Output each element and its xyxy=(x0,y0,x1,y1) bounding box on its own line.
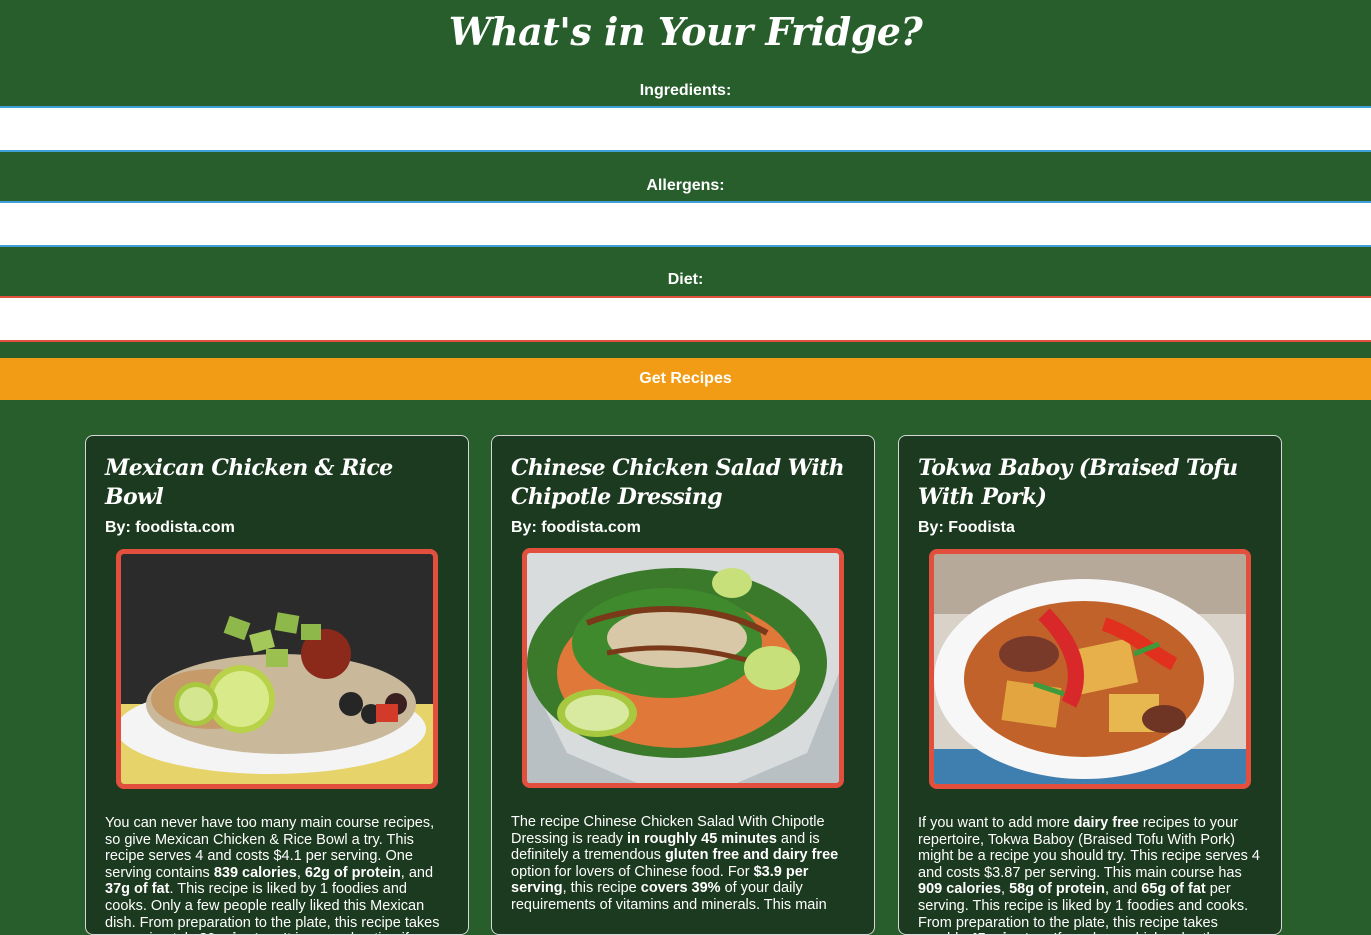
summary-highlight: covers 39% xyxy=(640,880,721,897)
recipe-card: Chinese Chicken Salad With Chipotle Dres… xyxy=(491,435,875,935)
summary-highlight: in roughly 45 minutes xyxy=(627,830,777,847)
recipe-image xyxy=(929,549,1251,789)
summary-text: , and xyxy=(1104,881,1142,898)
tofu-pork-photo xyxy=(934,554,1246,784)
recipe-title: Tokwa Baboy (Braised Tofu With Pork) xyxy=(918,455,1238,510)
chicken-salad-photo xyxy=(527,553,839,783)
recipe-summary: You can never have too many main course … xyxy=(105,815,449,934)
summary-highlight: 45 minutes xyxy=(970,931,1046,934)
recipe-summary: The recipe Chinese Chicken Salad With Ch… xyxy=(511,814,855,914)
summary-text: , xyxy=(1001,881,1010,898)
summary-text: , this recipe xyxy=(562,880,641,897)
recipe-card: Mexican Chicken & Rice Bowl By: foodista… xyxy=(85,435,469,935)
diet-input[interactable] xyxy=(0,296,1371,342)
summary-highlight: dairy free xyxy=(1073,815,1139,831)
summary-text: , and xyxy=(400,864,434,881)
get-recipes-button[interactable]: Get Recipes xyxy=(0,358,1371,400)
summary-highlight: gluten free and dairy free xyxy=(664,847,839,864)
summary-highlight: 37g of fat xyxy=(105,881,170,898)
recipe-image xyxy=(116,549,438,789)
summary-text: , xyxy=(296,864,305,881)
summary-highlight: 839 calories xyxy=(213,864,297,881)
summary-text: option for lovers of Chinese food. For xyxy=(511,863,754,880)
recipe-source: By: foodista.com xyxy=(105,519,235,536)
rice-bowl-photo xyxy=(121,554,433,784)
recipe-title: Chinese Chicken Salad With Chipotle Dres… xyxy=(511,455,845,510)
recipe-summary: If you want to add more dairy free recip… xyxy=(918,815,1262,934)
diet-label: Diet: xyxy=(667,271,704,288)
recipe-card: Tokwa Baboy (Braised Tofu With Pork) By:… xyxy=(898,435,1282,935)
allergens-label: Allergens: xyxy=(646,177,725,194)
summary-text: If you want to add more xyxy=(918,815,1074,831)
summary-highlight: 909 calories xyxy=(918,881,1002,898)
summary-highlight: 58g of protein xyxy=(1009,881,1105,898)
recipe-source: By: Foodista xyxy=(918,519,1015,536)
ingredients-input[interactable] xyxy=(0,106,1371,152)
recipe-image xyxy=(522,548,844,788)
summary-highlight: 30 minutes xyxy=(199,931,275,934)
ingredients-label: Ingredients: xyxy=(639,82,732,99)
app-title: What's in Your Fridge? xyxy=(448,9,923,54)
summary-highlight: 62g of protein xyxy=(304,864,401,881)
recipe-title: Mexican Chicken & Rice Bowl xyxy=(105,455,393,510)
summary-highlight: 65g of fat xyxy=(1141,881,1206,898)
recipe-source: By: foodista.com xyxy=(511,519,641,536)
allergens-input[interactable] xyxy=(0,201,1371,247)
summary-text: . If you have chicken broth, xyxy=(1045,931,1218,934)
